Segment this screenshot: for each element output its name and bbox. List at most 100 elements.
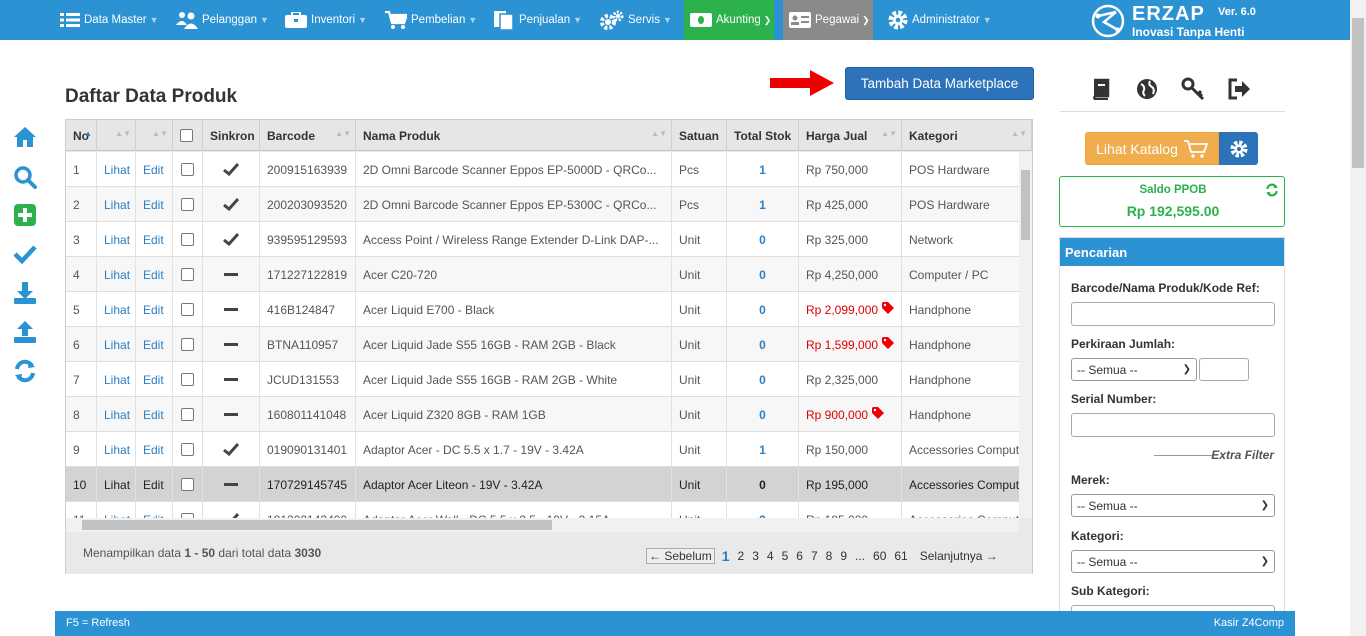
prev-page-button[interactable]: ← Sebelum [646,548,715,564]
page-scrollbar[interactable] [1350,0,1366,636]
table-row[interactable]: 7 Lihat Edit JCUD131553 Acer Liquid Jade S55… [66,362,1019,397]
table-row[interactable]: 6 Lihat Edit BTNA110957 Acer Liquid Jade S55… [66,327,1019,362]
nav-inventori[interactable]: Inventori ▼ [285,0,367,40]
nav-administrator[interactable]: Administrator ▼ [888,0,992,40]
merek-select[interactable]: -- Semua -- ❯ [1071,494,1275,517]
serial-input[interactable] [1071,413,1275,437]
table-row[interactable]: 9 Lihat Edit 019090131401 Adaptor Acer - DC … [66,432,1019,467]
row-checkbox[interactable] [181,163,194,176]
cell-edit[interactable]: Edit [136,187,173,222]
cell-edit[interactable]: Edit [136,257,173,292]
cell-lihat[interactable]: Lihat [97,502,136,518]
table-vertical-scrollbar[interactable] [1019,152,1032,518]
row-checkbox[interactable] [181,338,194,351]
row-checkbox[interactable] [181,373,194,386]
table-row[interactable]: 1 Lihat Edit 200915163939 2D Omni Barcode Sc… [66,152,1019,187]
next-page-button[interactable]: Selanjutnya → [920,549,998,563]
cell-edit[interactable]: Edit [136,152,173,187]
col-sinkron[interactable]: Sinkron [203,120,260,151]
table-row[interactable]: 4 Lihat Edit 171227122819 Acer C20-720 Unit 0 R… [66,257,1019,292]
page-link[interactable]: 9 [840,549,847,563]
nav-pembelian[interactable]: Pembelian ▼ [385,0,477,40]
cell-edit[interactable]: Edit [136,397,173,432]
check-icon[interactable] [12,241,38,267]
table-row[interactable]: 3 Lihat Edit 939595129593 Access Point / Wir… [66,222,1019,257]
row-checkbox[interactable] [181,233,194,246]
refresh-icon[interactable] [12,358,38,384]
cell-lihat[interactable]: Lihat [97,222,136,257]
add-marketplace-button[interactable]: Tambah Data Marketplace [845,67,1034,100]
jumlah-select[interactable]: -- Semua -- ❯ [1071,358,1197,381]
cell-edit[interactable]: Edit [136,432,173,467]
nav-akunting[interactable]: Akunting ❯ [684,0,774,40]
cell-lihat[interactable]: Lihat [97,432,136,467]
table-row[interactable]: 2 Lihat Edit 200203093520 2D Omni Barcode Sc… [66,187,1019,222]
row-checkbox[interactable] [181,408,194,421]
table-horizontal-scrollbar[interactable] [66,518,1019,532]
row-checkbox[interactable] [181,443,194,456]
cell-edit[interactable]: Edit [136,467,173,502]
page-link[interactable]: 61 [894,549,907,563]
logout-icon[interactable] [1224,74,1254,104]
cell-edit[interactable]: Edit [136,327,173,362]
table-row[interactable]: 5 Lihat Edit 416B124847 Acer Liquid E700 - B… [66,292,1019,327]
page-link[interactable]: 1 [722,548,730,564]
page-link[interactable]: 60 [873,549,886,563]
cell-lihat[interactable]: Lihat [97,187,136,222]
refresh-icon[interactable] [1265,183,1279,197]
select-all-checkbox[interactable] [180,129,193,142]
nav-penjualan[interactable]: Penjualan ▼ [493,0,582,40]
col-kategori[interactable]: Kategori ▲▼ [902,120,1032,151]
table-row[interactable]: 10 Lihat Edit 170729145745 Adaptor Acer Lite… [66,467,1019,502]
cell-edit[interactable]: Edit [136,362,173,397]
page-link[interactable]: 4 [767,549,774,563]
settings-button[interactable] [1219,132,1258,165]
cell-edit[interactable]: Edit [136,292,173,327]
col-edit[interactable]: ▲▼ [136,120,173,151]
col-no[interactable]: No ▲ [66,120,97,151]
cell-lihat[interactable]: Lihat [97,397,136,432]
book-icon[interactable] [1086,74,1116,104]
row-checkbox[interactable] [181,303,194,316]
cell-lihat[interactable]: Lihat [97,362,136,397]
col-barcode[interactable]: Barcode ▲▼ [260,120,356,151]
search-icon[interactable] [12,164,38,190]
jumlah-input[interactable] [1199,358,1249,381]
cell-lihat[interactable]: Lihat [97,292,136,327]
cell-lihat[interactable]: Lihat [97,327,136,362]
page-link[interactable]: 2 [738,549,745,563]
col-lihat[interactable]: ▲▼ [97,120,136,151]
col-checkbox[interactable] [173,120,203,151]
globe-icon[interactable] [1132,74,1162,104]
plus-icon[interactable] [12,202,38,228]
row-checkbox[interactable] [181,478,194,491]
kategori-select[interactable]: -- Semua -- ❯ [1071,550,1275,573]
cell-lihat[interactable]: Lihat [97,467,136,502]
nav-pegawai[interactable]: Pegawai ❯ [783,0,873,40]
table-row[interactable]: 8 Lihat Edit 160801141048 Acer Liquid Z320 8… [66,397,1019,432]
table-row[interactable]: 11LihatEdit 181202143400Adaptor Acer Wall… [66,502,1019,518]
lihat-katalog-button[interactable]: Lihat Katalog [1085,132,1219,165]
col-nama-produk[interactable]: Nama Produk ▲▼ [356,120,672,151]
cell-edit[interactable]: Edit [136,502,173,518]
cell-lihat[interactable]: Lihat [97,152,136,187]
nav-servis[interactable]: Servis ▼ [600,0,672,40]
cell-edit[interactable]: Edit [136,222,173,257]
page-link[interactable]: 8 [826,549,833,563]
page-link[interactable]: 3 [752,549,759,563]
row-checkbox[interactable] [181,268,194,281]
upload-icon[interactable] [12,319,38,345]
col-total-stok[interactable]: Total Stok [727,120,799,151]
page-link[interactable]: 5 [782,549,789,563]
home-icon[interactable] [12,124,38,150]
nav-data-master[interactable]: Data Master ▼ [60,0,159,40]
row-checkbox[interactable] [181,198,194,211]
col-harga-jual[interactable]: Harga Jual ▲▼ [799,120,902,151]
key-icon[interactable] [1178,74,1208,104]
cell-lihat[interactable]: Lihat [97,257,136,292]
page-link[interactable]: 6 [796,549,803,563]
page-link[interactable]: 7 [811,549,818,563]
col-satuan[interactable]: Satuan [672,120,727,151]
nav-pelanggan[interactable]: Pelanggan ▼ [176,0,269,40]
barcode-search-input[interactable] [1071,302,1275,326]
